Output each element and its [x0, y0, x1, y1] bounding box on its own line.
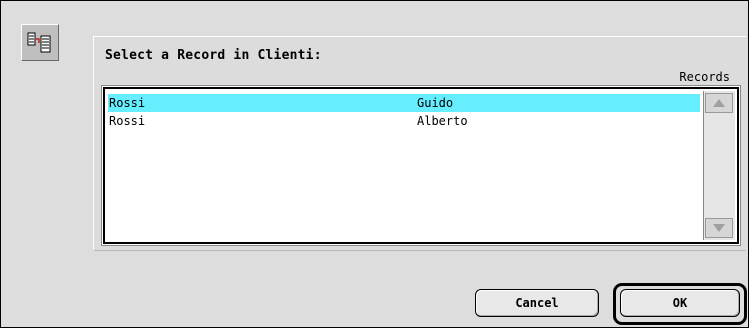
vertical-scrollbar[interactable]: [703, 91, 735, 240]
list-item[interactable]: Rossi Alberto: [108, 112, 700, 130]
record-last-name: Rossi: [109, 114, 146, 128]
scroll-up-button[interactable]: [705, 93, 733, 113]
dialog-title: Select a Record in Clienti:: [105, 48, 322, 63]
record-last-name: Rossi: [109, 96, 146, 110]
cancel-button[interactable]: Cancel: [475, 289, 599, 317]
arrow-up-icon: [713, 99, 725, 107]
record-select-dialog: Select a Record in Clienti: Records Ross…: [0, 0, 749, 328]
record-first-name: Guido: [417, 96, 454, 110]
database-table-icon: [27, 32, 51, 53]
records-column-label: Records: [679, 70, 730, 84]
scroll-down-button[interactable]: [705, 218, 733, 238]
arrow-down-icon: [713, 224, 725, 232]
records-list-body: Rossi Guido Rossi Alberto: [108, 92, 700, 237]
database-icon-button[interactable]: [21, 24, 59, 61]
list-item[interactable]: Rossi Guido: [108, 94, 700, 112]
ok-button[interactable]: OK: [620, 289, 740, 317]
records-list[interactable]: Rossi Guido Rossi Alberto: [103, 87, 739, 244]
record-first-name: Alberto: [417, 114, 468, 128]
